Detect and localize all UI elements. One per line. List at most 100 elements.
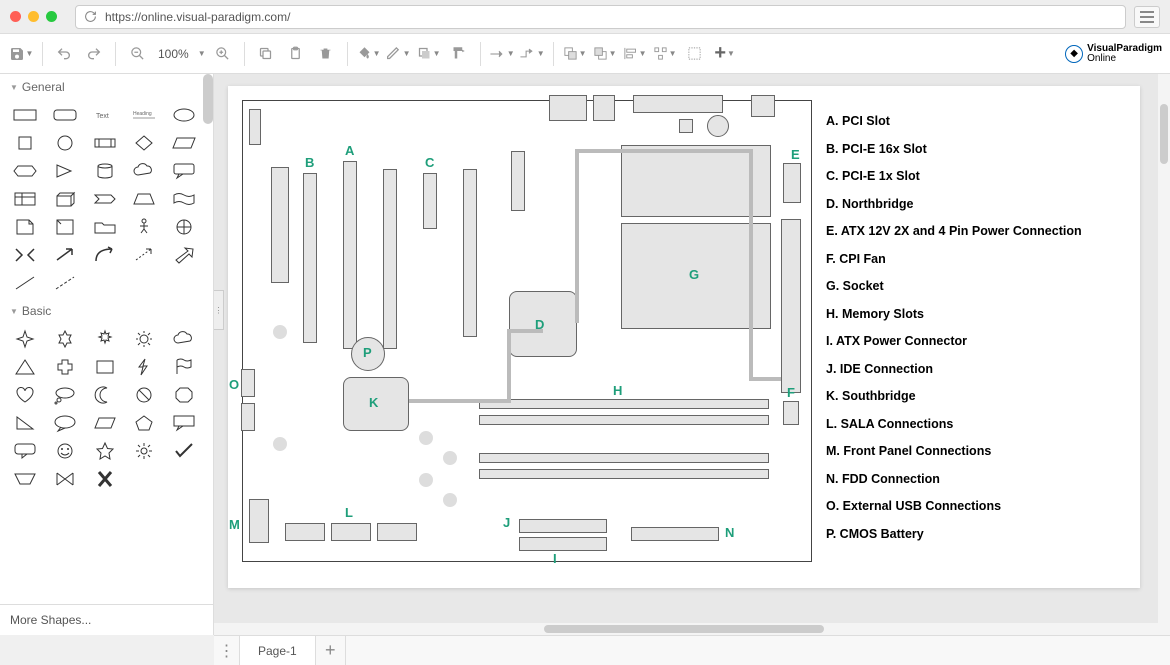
comp-o2[interactable] <box>241 403 255 431</box>
comp-a1[interactable] <box>343 161 357 349</box>
to-back-button[interactable]: ▼ <box>592 41 618 67</box>
tab-page-1[interactable]: Page-1 <box>240 636 316 665</box>
zoom-level[interactable]: 100% <box>154 47 193 61</box>
comp-m[interactable] <box>249 499 269 543</box>
add-page-button[interactable]: + <box>316 636 346 665</box>
comp-a3[interactable] <box>463 169 477 337</box>
minimize-window-button[interactable] <box>28 11 39 22</box>
shape-folder[interactable] <box>90 216 120 238</box>
shape-plaque[interactable] <box>90 356 120 378</box>
shape-star4[interactable] <box>10 328 40 350</box>
connector-style-button[interactable]: ▼ <box>519 41 545 67</box>
shape-table[interactable] <box>10 188 40 210</box>
comp-port-top-3[interactable] <box>593 95 615 121</box>
comp-l2[interactable] <box>331 523 371 541</box>
shape-flag[interactable] <box>169 356 199 378</box>
shape-x[interactable] <box>90 468 120 490</box>
comp-dot1[interactable] <box>273 325 287 339</box>
shape-star6[interactable] <box>50 328 80 350</box>
copy-button[interactable] <box>253 41 279 67</box>
redo-button[interactable] <box>81 41 107 67</box>
shape-heart[interactable] <box>10 384 40 406</box>
sidebar-collapse-handle[interactable]: ⋮ <box>214 290 224 330</box>
shape-arrow-dashed[interactable] <box>129 244 159 266</box>
distribute-button[interactable]: ▼ <box>652 41 678 67</box>
shape-text[interactable]: Text <box>90 104 120 126</box>
more-shapes-button[interactable]: More Shapes... <box>0 604 213 635</box>
comp-slot[interactable] <box>511 151 525 211</box>
shape-card[interactable] <box>50 216 80 238</box>
shape-actor[interactable] <box>129 216 159 238</box>
shape-circle[interactable] <box>50 132 80 154</box>
comp-port-top-1[interactable] <box>249 109 261 145</box>
comp-o1[interactable] <box>241 369 255 397</box>
comp-h3[interactable] <box>479 453 769 463</box>
comp-e[interactable] <box>783 163 801 203</box>
shape-callout[interactable] <box>169 160 199 182</box>
shape-rect[interactable] <box>10 104 40 126</box>
shape-note[interactable] <box>10 216 40 238</box>
comp-l3[interactable] <box>377 523 417 541</box>
menu-button[interactable] <box>1134 6 1160 28</box>
comp-h1[interactable] <box>479 399 769 409</box>
shape-moon[interactable] <box>90 384 120 406</box>
comp-c[interactable] <box>423 173 437 229</box>
comp-port-top-4[interactable] <box>633 95 723 113</box>
canvas-area[interactable]: E B A C G D <box>214 74 1170 635</box>
shape-step[interactable] <box>90 188 120 210</box>
undo-button[interactable] <box>51 41 77 67</box>
shape-line[interactable] <box>10 272 40 294</box>
shape-cylinder[interactable] <box>90 160 120 182</box>
comp-l1[interactable] <box>285 523 325 541</box>
shape-speech2[interactable] <box>10 440 40 462</box>
connector-start-button[interactable]: ▼ <box>489 41 515 67</box>
align-button[interactable]: ▼ <box>622 41 648 67</box>
comp-g-top[interactable] <box>621 145 771 217</box>
shape-line-dashed[interactable] <box>50 272 80 294</box>
comp-h2[interactable] <box>479 415 769 425</box>
shape-heading[interactable]: Heading <box>129 104 159 126</box>
shape-speech-oval[interactable] <box>50 412 80 434</box>
shape-star5[interactable] <box>90 440 120 462</box>
shape-triangle2[interactable] <box>10 356 40 378</box>
shape-process[interactable] <box>90 132 120 154</box>
comp-port-top-6[interactable] <box>707 115 729 137</box>
comp-right-slot[interactable] <box>781 219 801 393</box>
shape-bowtie[interactable] <box>50 468 80 490</box>
shape-ellipse[interactable] <box>169 104 199 126</box>
comp-port-top-7[interactable] <box>751 95 775 117</box>
add-button[interactable]: +▼ <box>712 41 738 67</box>
save-button[interactable]: ▼ <box>8 41 34 67</box>
comp-b[interactable] <box>303 173 317 343</box>
shape-check[interactable] <box>169 440 199 462</box>
shape-thought[interactable] <box>50 384 80 406</box>
shape-rtriangle[interactable] <box>10 412 40 434</box>
comp-n[interactable] <box>631 527 719 541</box>
shape-burst[interactable] <box>90 328 120 350</box>
address-bar[interactable]: https://online.visual-paradigm.com/ <box>75 5 1126 29</box>
shape-tape[interactable] <box>169 188 199 210</box>
comp-port-top-2[interactable] <box>549 95 587 121</box>
shape-trapezoid2[interactable] <box>10 468 40 490</box>
shape-pentagon[interactable] <box>129 412 159 434</box>
comp-port-top-5[interactable] <box>679 119 693 133</box>
select-mode-button[interactable] <box>682 41 708 67</box>
shape-arrow-block[interactable] <box>169 244 199 266</box>
canvas-scroll-vertical[interactable] <box>1158 74 1170 635</box>
shape-parallelogram2[interactable] <box>90 412 120 434</box>
comp-left-1[interactable] <box>271 167 289 283</box>
palette-section-basic[interactable]: Basic <box>0 298 213 324</box>
canvas-scroll-horizontal[interactable] <box>214 623 1158 635</box>
shape-sun[interactable] <box>129 328 159 350</box>
delete-button[interactable] <box>313 41 339 67</box>
comp-i[interactable] <box>519 537 607 551</box>
fill-color-button[interactable]: ▼ <box>356 41 382 67</box>
shape-gear[interactable] <box>129 440 159 462</box>
comp-f[interactable] <box>783 401 799 425</box>
zoom-out-button[interactable] <box>124 41 150 67</box>
shadow-button[interactable]: ▼ <box>416 41 442 67</box>
shape-parallelogram[interactable] <box>169 132 199 154</box>
shape-arrow-both[interactable] <box>10 244 40 266</box>
shape-square[interactable] <box>10 132 40 154</box>
comp-a2[interactable] <box>383 169 397 349</box>
